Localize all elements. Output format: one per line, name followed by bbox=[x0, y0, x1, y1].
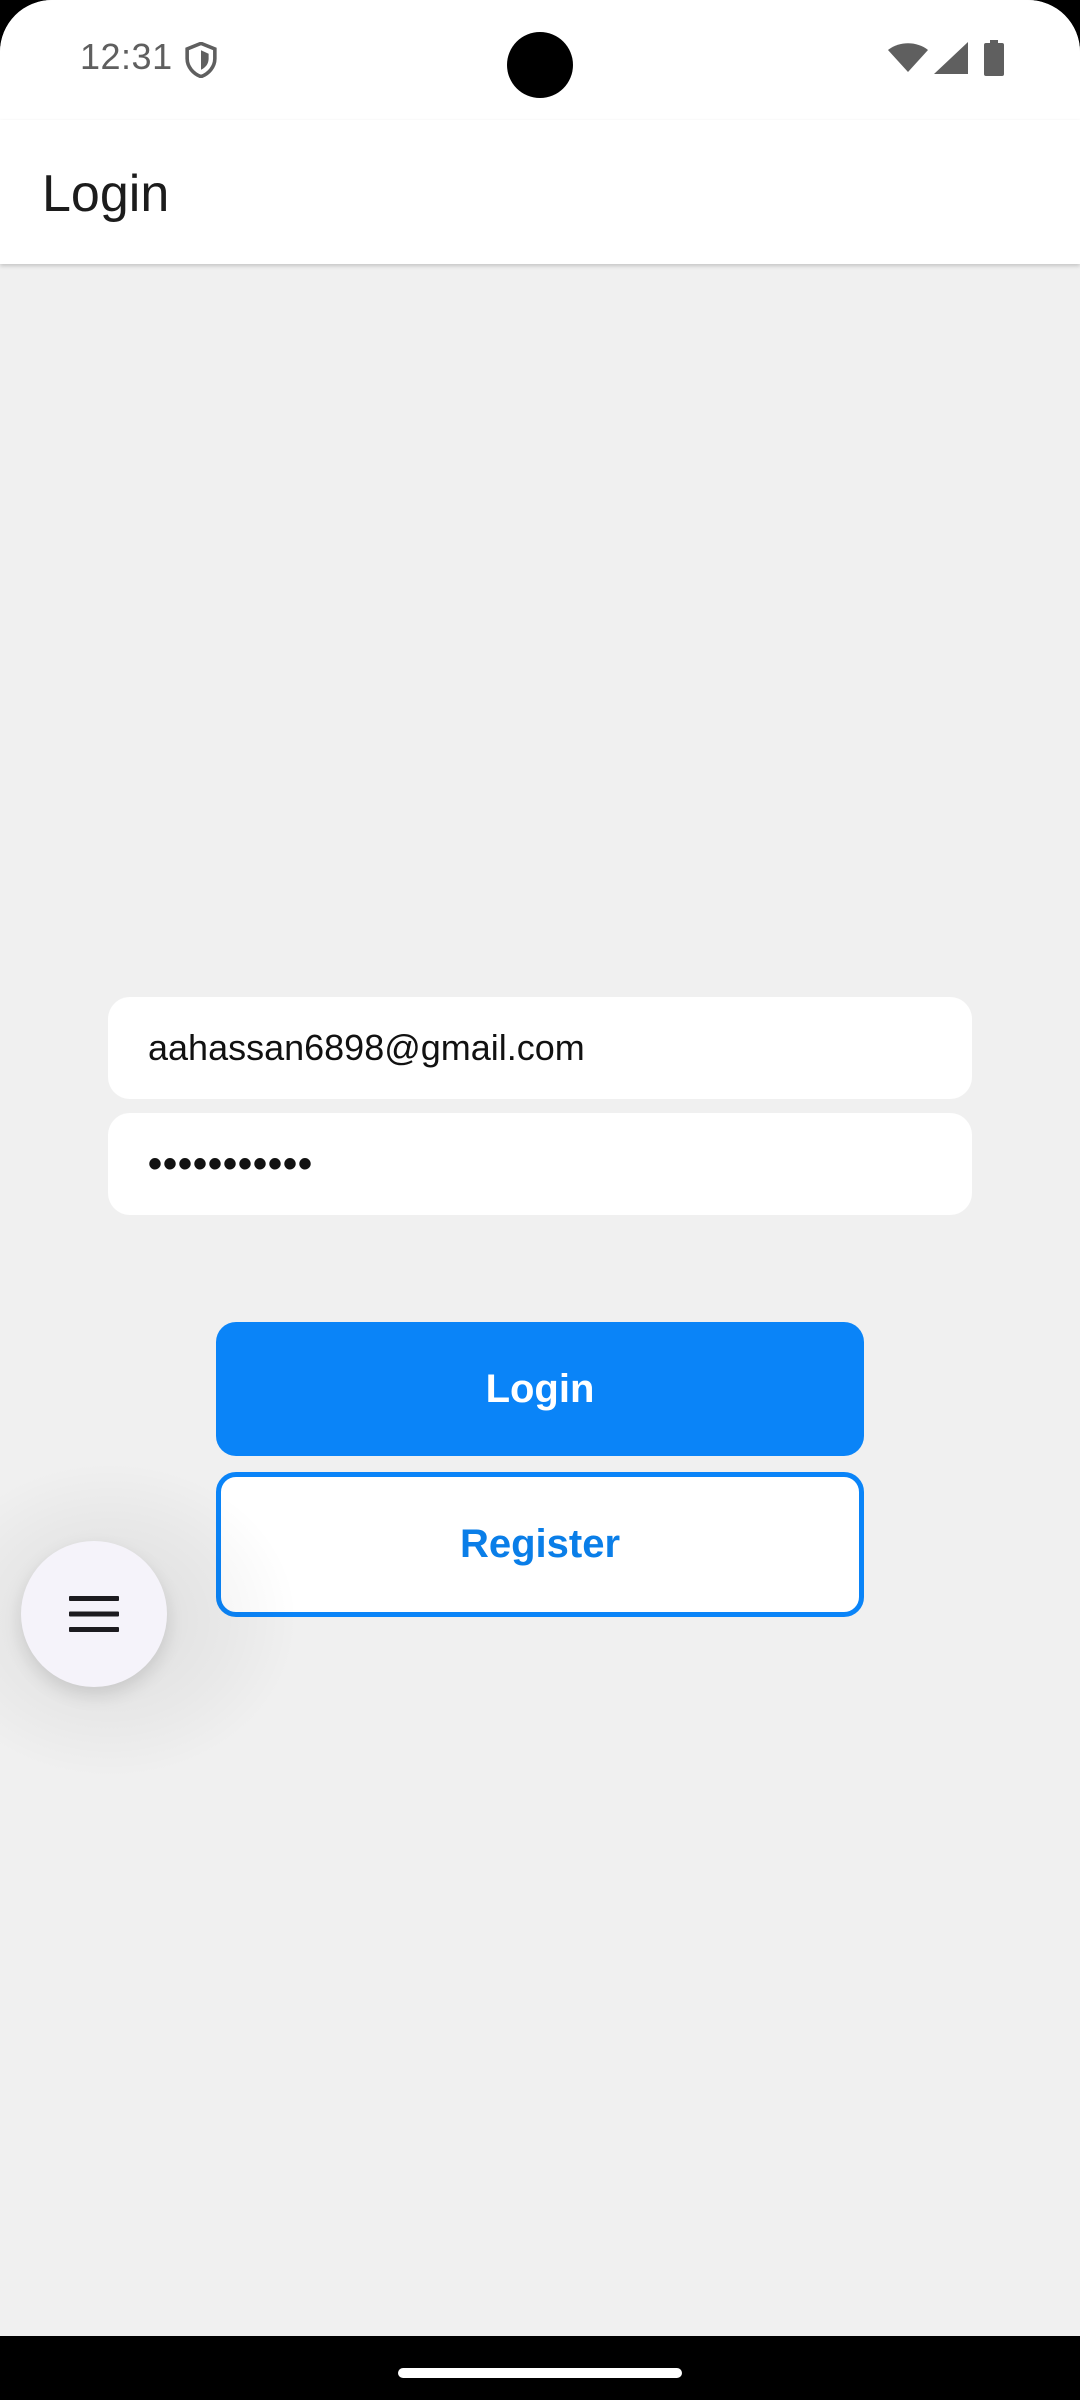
camera-cutout bbox=[507, 32, 573, 98]
menu-icon bbox=[69, 1596, 119, 1632]
status-bar: 12:31 bbox=[0, 0, 1080, 120]
navigation-bar bbox=[0, 2336, 1080, 2400]
battery-icon bbox=[984, 40, 1004, 76]
login-button[interactable]: Login bbox=[216, 1322, 864, 1456]
status-time: 12:31 bbox=[80, 36, 173, 77]
home-indicator[interactable] bbox=[398, 2368, 682, 2378]
app-screen: 12:31 Login aahassan6898@gmail.com •••••… bbox=[0, 0, 1080, 2336]
page-title: Login bbox=[42, 165, 170, 223]
signal-icon bbox=[934, 42, 968, 74]
wifi-icon bbox=[888, 43, 928, 72]
app-bar: Login bbox=[0, 120, 1080, 264]
shield-icon bbox=[185, 42, 217, 78]
register-button[interactable]: Register bbox=[216, 1472, 864, 1617]
menu-fab-button[interactable] bbox=[21, 1541, 167, 1687]
email-field[interactable]: aahassan6898@gmail.com bbox=[108, 997, 972, 1099]
password-field[interactable]: ••••••••••• bbox=[108, 1113, 972, 1215]
